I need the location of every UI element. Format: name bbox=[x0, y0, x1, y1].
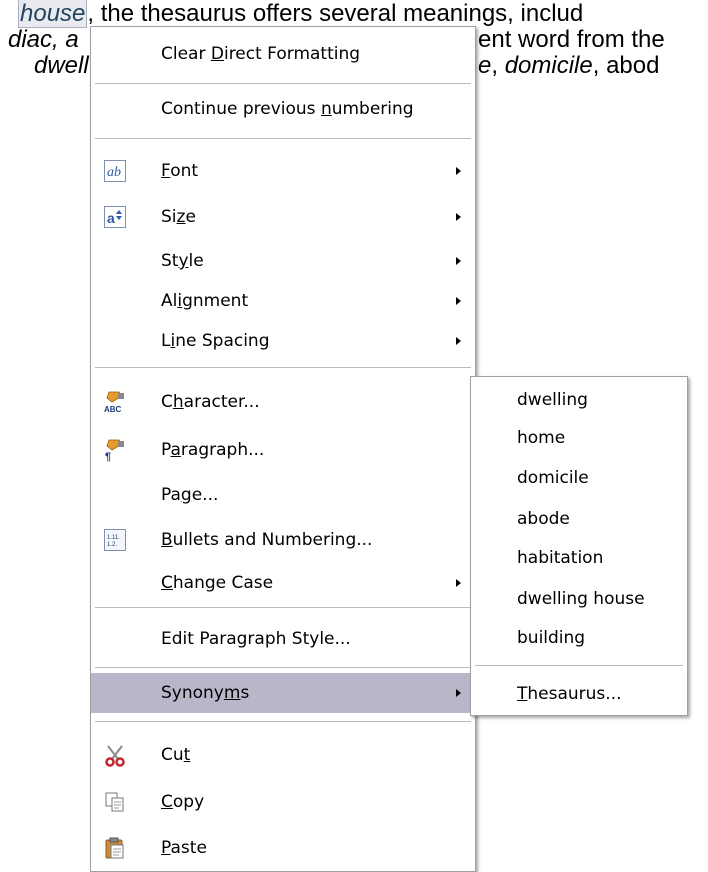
document-line-1: house, the thesaurus offers several mean… bbox=[18, 0, 583, 28]
menu-item-copy[interactable]: Copy bbox=[91, 783, 475, 821]
document-text: , bbox=[491, 52, 505, 79]
svg-text:ABC: ABC bbox=[104, 405, 122, 414]
selected-word[interactable]: house bbox=[18, 0, 88, 28]
svg-text:ab: ab bbox=[107, 165, 121, 180]
menu-separator bbox=[95, 138, 471, 139]
paste-icon bbox=[103, 836, 127, 860]
document-text: , the thesaurus offers several meanings,… bbox=[87, 0, 584, 27]
menu-item-change-case[interactable]: Change Case bbox=[91, 564, 475, 602]
chevron-right-icon bbox=[456, 337, 461, 345]
document-line-2b: ent word from the bbox=[478, 26, 665, 54]
submenu-separator bbox=[475, 665, 683, 666]
menu-item-paste[interactable]: Paste bbox=[91, 829, 475, 867]
menu-item-size[interactable]: a Size bbox=[91, 198, 475, 236]
document-text: domicile bbox=[504, 52, 593, 79]
synonyms-submenu: dwelling home domicile abode habitation … bbox=[470, 376, 688, 716]
synonym-item[interactable]: habitation bbox=[471, 539, 687, 577]
menu-separator bbox=[95, 367, 471, 368]
thesaurus-item[interactable]: Thesaurus... bbox=[471, 675, 687, 713]
document-line-2: diac, a bbox=[8, 26, 79, 54]
svg-text:a: a bbox=[107, 210, 115, 226]
menu-separator bbox=[95, 607, 471, 608]
svg-text:¶: ¶ bbox=[105, 451, 111, 462]
chevron-right-icon bbox=[456, 579, 461, 587]
document-text: , abod bbox=[592, 52, 660, 79]
size-icon: a bbox=[103, 205, 127, 229]
chevron-right-icon bbox=[456, 167, 461, 175]
menu-item-style[interactable]: Style bbox=[91, 242, 475, 280]
synonym-item[interactable]: home bbox=[471, 419, 687, 457]
menu-item-alignment[interactable]: Alignment bbox=[91, 282, 475, 320]
menu-item-continue-previous-numbering[interactable]: Continue previous numbering bbox=[91, 90, 475, 128]
menu-item-synonyms[interactable]: Synonyms bbox=[91, 673, 475, 713]
menu-item-clear-direct-formatting[interactable]: Clear Direct Formatting bbox=[91, 35, 475, 73]
document-text: dwell bbox=[34, 52, 89, 79]
menu-item-bullets-and-numbering[interactable]: 1.11. 1.2. Bullets and Numbering... bbox=[91, 521, 475, 559]
svg-text:1.2.: 1.2. bbox=[107, 542, 117, 548]
synonym-item[interactable]: abode bbox=[471, 500, 687, 538]
bullets-numbering-icon: 1.11. 1.2. bbox=[103, 528, 127, 552]
menu-separator bbox=[95, 83, 471, 84]
svg-text:1.11.: 1.11. bbox=[107, 535, 120, 541]
chevron-right-icon bbox=[456, 297, 461, 305]
scissors-icon bbox=[103, 743, 127, 767]
copy-icon bbox=[103, 790, 127, 814]
menu-separator bbox=[95, 721, 471, 722]
menu-item-font[interactable]: ab Font bbox=[91, 152, 475, 190]
context-menu: Clear Direct Formatting Continue previou… bbox=[90, 26, 476, 872]
document-text: e bbox=[478, 52, 492, 79]
menu-item-character[interactable]: ABC Character... bbox=[91, 383, 475, 421]
menu-item-line-spacing[interactable]: Line Spacing bbox=[91, 322, 475, 360]
menu-item-page[interactable]: Page... bbox=[91, 476, 475, 514]
chevron-right-icon bbox=[456, 213, 461, 221]
document-line-3b: e, domicile, abod bbox=[478, 52, 659, 80]
menu-item-paragraph[interactable]: ¶ Paragraph... bbox=[91, 431, 475, 469]
synonym-item[interactable]: dwelling house bbox=[471, 580, 687, 618]
synonym-item[interactable]: domicile bbox=[471, 459, 687, 497]
menu-separator bbox=[95, 667, 471, 668]
font-icon: ab bbox=[103, 159, 127, 183]
menu-item-cut[interactable]: Cut bbox=[91, 736, 475, 774]
document-text: ent word from the bbox=[478, 26, 665, 53]
document-line-3: dwell bbox=[34, 52, 89, 80]
chevron-right-icon bbox=[456, 689, 461, 697]
menu-item-edit-paragraph-style[interactable]: Edit Paragraph Style... bbox=[91, 620, 475, 658]
character-icon: ABC bbox=[103, 390, 127, 414]
synonym-item[interactable]: dwelling bbox=[471, 381, 687, 419]
paragraph-icon: ¶ bbox=[103, 438, 127, 462]
synonym-item[interactable]: building bbox=[471, 619, 687, 657]
chevron-right-icon bbox=[456, 257, 461, 265]
document-text: diac, a bbox=[8, 26, 79, 53]
